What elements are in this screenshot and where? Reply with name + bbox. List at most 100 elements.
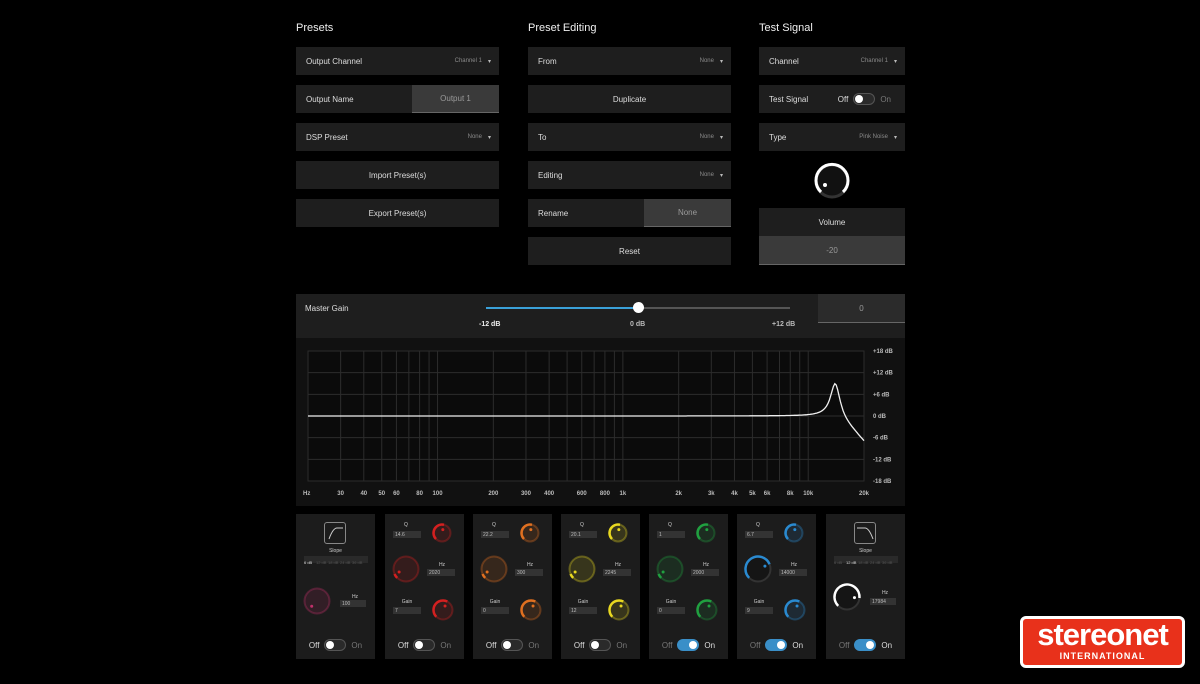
q-knob[interactable] — [607, 522, 629, 544]
q-label: Q — [492, 522, 496, 528]
toggle-knob — [591, 641, 600, 649]
toggle-knob — [415, 641, 424, 649]
slope-option[interactable]: 6 dB — [304, 559, 316, 566]
q-knob[interactable] — [695, 522, 717, 544]
chevron-down-icon: ▾ — [719, 172, 723, 179]
hz-field[interactable]: 2245 — [603, 569, 631, 576]
gain-knob[interactable] — [695, 598, 719, 622]
gain-knob[interactable] — [519, 598, 543, 622]
eq-band-module: Q 6.7 Hz 14000 Gain 9 Off On — [737, 514, 816, 659]
slope-option[interactable]: 36 dB — [882, 559, 894, 566]
rename-row: Rename None — [528, 199, 731, 227]
slope-option[interactable]: 12 dB — [846, 559, 858, 566]
toggle-knob — [689, 641, 698, 649]
q-knob[interactable] — [519, 522, 541, 544]
hz-label: Hz — [702, 562, 710, 568]
to-select[interactable]: To None ▾ — [528, 123, 731, 151]
q-field[interactable]: 22.2 — [481, 531, 509, 538]
highpass-icon[interactable] — [324, 522, 346, 544]
gain-knob[interactable] — [431, 598, 455, 622]
gain-field[interactable]: 12 — [569, 607, 597, 614]
y-tick-label: 0 dB — [873, 414, 887, 420]
hz-label: Hz — [438, 562, 446, 568]
slope-option[interactable]: 6 dB — [834, 559, 846, 566]
hz-field[interactable]: 100 — [340, 600, 366, 607]
dsp-preset-select[interactable]: DSP Preset None ▾ — [296, 123, 499, 151]
test-channel-select[interactable]: Channel Channel 1 ▾ — [759, 47, 905, 75]
gain-field[interactable]: 9 — [745, 607, 773, 614]
output-name-field[interactable]: Output 1 — [412, 85, 499, 113]
test-signal-toggle[interactable] — [853, 93, 876, 105]
frequency-knob[interactable] — [743, 554, 773, 584]
q-knob-wrap — [783, 522, 805, 549]
volume-field[interactable]: -20 — [759, 236, 905, 265]
q-field[interactable]: 6.7 — [745, 531, 773, 538]
frequency-knob[interactable] — [391, 554, 421, 584]
frequency-knob[interactable] — [655, 554, 685, 584]
x-tick-label: 5k — [749, 491, 756, 497]
module-enable-toggle[interactable] — [854, 639, 877, 651]
hz-field[interactable]: 17984 — [870, 598, 896, 605]
slope-option[interactable]: 36 dB — [352, 559, 364, 566]
gain-knob-wrap — [431, 598, 455, 627]
export-presets-button[interactable]: Export Preset(s) — [296, 199, 499, 227]
hz-field[interactable]: 300 — [515, 569, 543, 576]
volume-knob[interactable] — [812, 161, 852, 201]
q-knob[interactable] — [783, 522, 805, 544]
module-enable-toggle[interactable] — [589, 639, 612, 651]
signal-type-select[interactable]: Type Pink Noise ▾ — [759, 123, 905, 151]
q-field[interactable]: 1 — [657, 531, 685, 538]
gain-field[interactable]: 7 — [393, 607, 421, 614]
duplicate-button[interactable]: Duplicate — [528, 85, 731, 113]
slope-option[interactable]: 24 dB — [870, 559, 882, 566]
module-enable-toggle[interactable] — [765, 639, 788, 651]
gain-knob-wrap — [783, 598, 807, 627]
x-tick-label: Hz — [303, 491, 310, 497]
gain-knob[interactable] — [607, 598, 631, 622]
from-select[interactable]: From None ▾ — [528, 47, 731, 75]
frequency-knob[interactable] — [302, 586, 332, 616]
module-enable-toggle[interactable] — [413, 639, 436, 651]
gain-field[interactable]: 0 — [481, 607, 509, 614]
toggle-on-label: On — [704, 640, 716, 650]
import-presets-button[interactable]: Import Preset(s) — [296, 161, 499, 189]
slider-thumb[interactable] — [633, 302, 644, 313]
slope-option[interactable]: 18 dB — [858, 559, 870, 566]
slider-max-label: +12 dB — [772, 321, 796, 328]
module-enable-toggle[interactable] — [324, 639, 347, 651]
stereonet-logo: stereonet INTERNATIONAL — [1020, 616, 1185, 668]
editing-select[interactable]: Editing None ▾ — [528, 161, 731, 189]
logo-sub-text: INTERNATIONAL — [1059, 651, 1146, 661]
q-knob-wrap — [519, 522, 541, 549]
x-tick-label: 80 — [416, 491, 423, 497]
output-channel-value: Channel 1 — [454, 58, 482, 64]
reset-button[interactable]: Reset — [528, 237, 731, 265]
eq-band-module: Q 1 Hz 2000 Gain 0 Off On — [649, 514, 728, 659]
frequency-knob[interactable] — [832, 582, 862, 612]
gain-field[interactable]: 0 — [657, 607, 685, 614]
frequency-knob[interactable] — [567, 554, 597, 584]
slope-option[interactable]: 12 dB — [316, 559, 328, 566]
hz-field[interactable]: 2000 — [691, 569, 719, 576]
output-channel-select[interactable]: Output Channel Channel 1 ▾ — [296, 47, 499, 75]
x-tick-label: 400 — [544, 491, 555, 497]
hz-field[interactable]: 2020 — [427, 569, 455, 576]
toggle-off-label: Off — [837, 94, 849, 104]
slope-option[interactable]: 24 dB — [340, 559, 352, 566]
q-label: Q — [756, 522, 760, 528]
master-gain-field[interactable]: 0 — [818, 294, 905, 323]
module-enable-toggle[interactable] — [501, 639, 524, 651]
hz-field[interactable]: 14000 — [779, 569, 807, 576]
module-enable-toggle[interactable] — [677, 639, 700, 651]
gain-knob[interactable] — [783, 598, 807, 622]
slope-option[interactable]: 18 dB — [328, 559, 340, 566]
lowpass-icon[interactable] — [854, 522, 876, 544]
frequency-knob[interactable] — [479, 554, 509, 584]
q-field[interactable]: 14.6 — [393, 531, 421, 538]
rename-field[interactable]: None — [644, 199, 731, 227]
master-gain-slider[interactable] — [486, 302, 790, 313]
q-knob-wrap — [431, 522, 453, 549]
q-field[interactable]: 20.1 — [569, 531, 597, 538]
toggle-on-label: On — [881, 640, 893, 650]
q-knob[interactable] — [431, 522, 453, 544]
